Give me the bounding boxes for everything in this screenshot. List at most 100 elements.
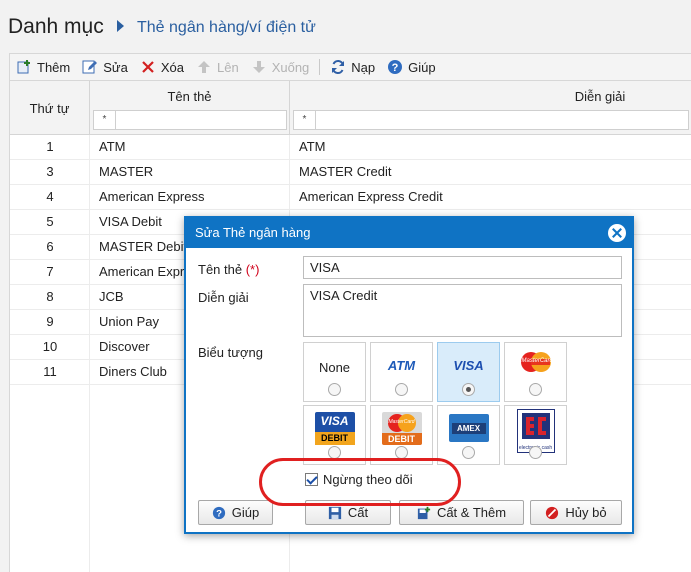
table-row[interactable]: 1 ATM ATM (10, 135, 691, 160)
card-name-field[interactable]: VISA (303, 256, 622, 279)
cell-description: MASTER Credit (299, 164, 392, 179)
mastercard-icon: MasterCard (519, 351, 553, 373)
icon-label: Biểu tượng (198, 345, 263, 360)
help-button[interactable]: ? Giúp (381, 54, 441, 80)
reload-button[interactable]: Nạp (324, 54, 381, 80)
move-down-label: Xuống (271, 59, 310, 75)
icon-option-electronic-cash[interactable]: electronic cash (504, 405, 567, 465)
cell-order: 3 (46, 164, 54, 179)
filter-operator[interactable]: * (294, 111, 316, 129)
cell-description: ATM (299, 139, 326, 154)
visa-debit-band: DEBIT (314, 432, 355, 445)
icon-option-visa[interactable]: VISA (437, 342, 500, 402)
toolbar: Thêm Sửa Xóa Lên Xuống Nạp ? Giúp (9, 53, 691, 81)
add-button[interactable]: Thêm (10, 54, 76, 80)
card-name-label-text: Tên thẻ (198, 262, 243, 277)
arrow-down-icon (251, 59, 267, 75)
column-header-name[interactable]: Tên thẻ * (90, 81, 290, 135)
icon-option-none[interactable]: None (303, 342, 366, 402)
name-filter-input[interactable]: * (93, 110, 287, 130)
help-label: Giúp (408, 59, 436, 75)
cancel-icon (545, 506, 559, 520)
filter-operator[interactable]: * (94, 111, 116, 129)
radio-atm[interactable] (395, 383, 408, 396)
cancel-button[interactable]: Hủy bỏ (530, 500, 622, 525)
icon-option-amex[interactable]: AMEX (437, 405, 500, 465)
cell-order: 1 (46, 139, 54, 154)
close-icon[interactable] (608, 224, 626, 242)
visa-icon: VISA (453, 358, 484, 373)
delete-icon (140, 59, 156, 75)
description-field[interactable]: VISA Credit (303, 284, 622, 337)
radio-visa[interactable] (462, 383, 475, 396)
cell-name: MASTER (99, 164, 154, 179)
move-up-button[interactable]: Lên (190, 54, 245, 80)
breadcrumb: Thẻ ngân hàng/ví điện tử (137, 19, 316, 36)
icon-option-mastercard[interactable]: MasterCard (504, 342, 567, 402)
cell-order: 6 (46, 239, 54, 254)
dialog-help-label: Giúp (231, 505, 260, 520)
amex-icon: AMEX (448, 414, 489, 442)
add-label: Thêm (37, 59, 71, 75)
table-row[interactable]: 4 American Express American Express Credit (10, 185, 691, 210)
edit-button[interactable]: Sửa (76, 54, 134, 80)
arrow-up-icon (196, 59, 212, 75)
table-row[interactable]: 3 MASTER MASTER Credit (10, 160, 691, 185)
cell-name: ATM (99, 139, 126, 154)
add-icon (16, 59, 32, 75)
delete-label: Xóa (160, 59, 184, 75)
cell-description: American Express Credit (299, 189, 443, 204)
card-name-label: Tên thẻ (*) (198, 262, 259, 277)
dialog-title-bar: Sửa Thẻ ngân hàng (186, 218, 632, 248)
svg-text:?: ? (392, 62, 399, 74)
edit-label: Sửa (103, 59, 128, 75)
move-down-button[interactable]: Xuống (245, 54, 316, 80)
icon-option-atm[interactable]: ATM (370, 342, 433, 402)
radio-amex[interactable] (462, 446, 475, 459)
reload-label: Nạp (351, 59, 376, 75)
cell-order: 9 (46, 314, 54, 329)
amex-wordmark: AMEX (451, 423, 486, 434)
radio-mastercard[interactable] (529, 383, 542, 396)
toolbar-separator (319, 59, 321, 75)
radio-none[interactable] (328, 383, 341, 396)
save-label: Cất (347, 505, 369, 520)
dialog-help-button[interactable]: ? Giúp (198, 500, 273, 525)
visa-debit-icon: VISA DEBIT (314, 412, 355, 445)
column-header-desc[interactable]: Diễn giải * (290, 81, 691, 135)
atm-icon: ATM (387, 358, 416, 373)
column-label-name: Tên thẻ (167, 89, 212, 104)
highlight-annotation (259, 458, 461, 506)
cell-order: 5 (46, 214, 54, 229)
grid-header: Thứ tự Tên thẻ * Diễn giải * (10, 81, 691, 135)
save-add-icon (417, 506, 431, 520)
icon-option-master-debit[interactable]: MasterCard DEBIT (370, 405, 433, 465)
column-label-desc: Diễn giải (574, 89, 626, 104)
master-debit-wordmark: MasterCard (388, 419, 415, 425)
desc-filter-input[interactable]: * (293, 110, 689, 130)
refresh-icon (330, 59, 346, 75)
cell-name: American Express (99, 189, 205, 204)
move-up-label: Lên (216, 59, 239, 75)
page-header: Danh mục Thẻ ngân hàng/ví điện tử (0, 0, 691, 52)
master-debit-band: DEBIT (381, 433, 422, 445)
page-title: Danh mục (8, 15, 104, 38)
column-label-order: Thứ tự (29, 101, 70, 116)
breadcrumb-arrow-icon (117, 20, 124, 32)
cell-order: 7 (46, 264, 54, 279)
column-header-order[interactable]: Thứ tự (10, 81, 90, 135)
cancel-label: Hủy bỏ (565, 505, 607, 520)
save-and-add-label: Cất & Thêm (436, 505, 507, 520)
cell-order: 4 (46, 189, 54, 204)
delete-button[interactable]: Xóa (134, 54, 190, 80)
required-mark: (*) (245, 262, 260, 277)
save-icon (328, 506, 342, 520)
help-icon: ? (212, 506, 226, 520)
master-debit-icon: MasterCard DEBIT (381, 412, 422, 445)
help-icon: ? (387, 59, 403, 75)
cell-order: 8 (46, 289, 54, 304)
radio-electronic-cash[interactable] (529, 446, 542, 459)
none-label: None (318, 360, 351, 375)
icon-option-visa-debit[interactable]: VISA DEBIT (303, 405, 366, 465)
cell-order: 10 (42, 339, 58, 354)
